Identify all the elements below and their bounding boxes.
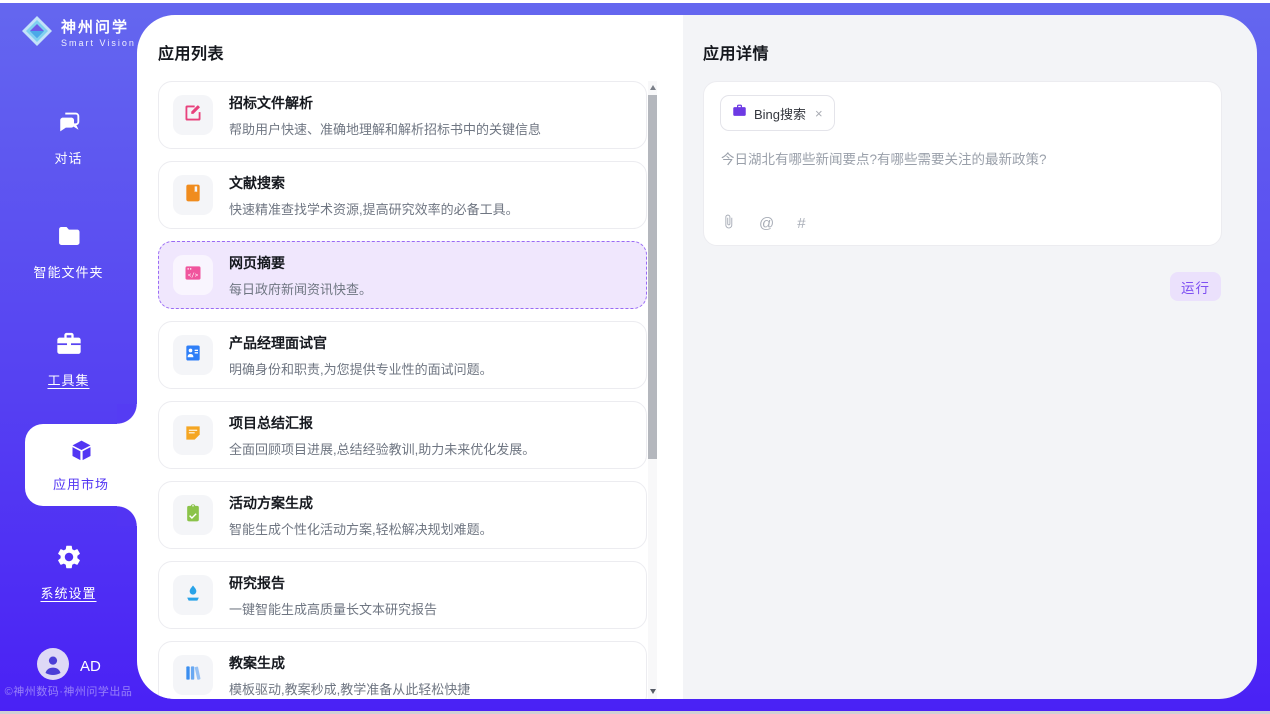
app-detail-panel: 应用详情 Bing搜索 × 今日湖北有哪些新闻要点?有哪些需要关注的最新政策? <box>683 15 1257 699</box>
toolbox-icon <box>0 330 137 363</box>
user-account[interactable]: AD <box>37 648 101 685</box>
app-list-panel: 应用列表 招标文件解析 帮助用户快速、准确地理解和解析招标书中的关键信 <box>137 15 683 699</box>
diamond-logo-icon <box>20 14 54 53</box>
app-title: 教案生成 <box>229 653 470 673</box>
scrollbar-down-arrow[interactable] <box>648 685 657 697</box>
app-title: 文献搜索 <box>229 173 519 193</box>
app-icon-box <box>173 495 213 535</box>
app-icon-box <box>173 655 213 695</box>
app-list-item-event-plan[interactable]: 活动方案生成 智能生成个性化活动方案,轻松解决规划难题。 <box>158 481 647 549</box>
scrollbar-thumb[interactable] <box>648 95 657 459</box>
app-icon-box <box>173 415 213 455</box>
brand-name: 神州问学 <box>61 19 136 36</box>
brand-subtitle: Smart Vision <box>61 38 136 48</box>
app-icon-box <box>173 175 213 215</box>
app-title: 招标文件解析 <box>229 93 541 113</box>
sidebar-item-label: 系统设置 <box>0 583 137 602</box>
app-detail-title: 应用详情 <box>703 40 769 64</box>
tool-tag-bing-search[interactable]: Bing搜索 × <box>720 95 835 131</box>
tool-tag-label: Bing搜索 <box>754 104 806 123</box>
folder-icon <box>0 222 137 255</box>
sidebar-item-label: 对话 <box>0 148 137 167</box>
user-icon <box>37 648 69 685</box>
app-list-scrollbar[interactable] <box>648 81 657 699</box>
browser-code-icon: </> <box>183 263 203 288</box>
app-desc: 明确身份和职责,为您提供专业性的面试问题。 <box>229 359 493 378</box>
app-title: 项目总结汇报 <box>229 413 535 433</box>
app-desc: 一键智能生成高质量长文本研究报告 <box>229 599 437 618</box>
books-icon <box>183 663 203 688</box>
app-desc: 快速精准查找学术资源,提高研究效率的必备工具。 <box>229 199 519 218</box>
scrollbar-up-arrow[interactable] <box>648 81 657 93</box>
resume-icon <box>183 343 203 368</box>
app-text: 研究报告 一键智能生成高质量长文本研究报告 <box>229 573 437 618</box>
briefcase-icon <box>732 103 747 123</box>
app-text: 网页摘要 每日政府新闻资讯快查。 <box>229 253 372 298</box>
app-title: 产品经理面试官 <box>229 333 493 353</box>
brand-logo: 神州问学 Smart Vision <box>20 14 136 53</box>
app-title: 活动方案生成 <box>229 493 493 513</box>
composer-toolbar: @ # <box>721 214 806 232</box>
app-list-item-lesson-plan[interactable]: 教案生成 模板驱动,教案秒成,教学准备从此轻松快捷 <box>158 641 647 699</box>
chat-icon <box>0 108 137 141</box>
app-icon-box <box>173 335 213 375</box>
app-list-item-project-summary[interactable]: 项目总结汇报 全面回顾项目进展,总结经验教训,助力未来优化发展。 <box>158 401 647 469</box>
brand-text: 神州问学 Smart Vision <box>61 19 136 48</box>
app-text: 项目总结汇报 全面回顾项目进展,总结经验教训,助力未来优化发展。 <box>229 413 535 458</box>
app-text: 教案生成 模板驱动,教案秒成,教学准备从此轻松快捷 <box>229 653 470 698</box>
sidebar-item-smart-folder[interactable]: 智能文件夹 <box>0 222 137 281</box>
app-desc: 模板驱动,教案秒成,教学准备从此轻松快捷 <box>229 679 470 698</box>
sidebar-item-chat[interactable]: 对话 <box>0 108 137 167</box>
sidebar-item-label: 智能文件夹 <box>0 262 137 281</box>
app-text: 招标文件解析 帮助用户快速、准确地理解和解析招标书中的关键信息 <box>229 93 541 138</box>
app-window: 神州问学 Smart Vision 对话 智能文件夹 <box>0 0 1270 714</box>
query-input[interactable]: 今日湖北有哪些新闻要点?有哪些需要关注的最新政策? <box>721 150 1205 170</box>
app-icon-box <box>173 575 213 615</box>
main-container: 应用列表 招标文件解析 帮助用户快速、准确地理解和解析招标书中的关键信 <box>137 15 1257 699</box>
app-list: 招标文件解析 帮助用户快速、准确地理解和解析招标书中的关键信息 文献搜索 <box>158 81 647 699</box>
pen-square-icon <box>183 103 203 128</box>
app-list-item-literature-search[interactable]: 文献搜索 快速精准查找学术资源,提高研究效率的必备工具。 <box>158 161 647 229</box>
note-icon <box>183 423 203 448</box>
close-icon[interactable]: × <box>815 106 823 121</box>
app-title: 研究报告 <box>229 573 437 593</box>
app-text: 产品经理面试官 明确身份和职责,为您提供专业性的面试问题。 <box>229 333 493 378</box>
app-desc: 每日政府新闻资讯快查。 <box>229 279 372 298</box>
app-icon-box: </> <box>173 255 213 295</box>
sidebar-item-toolset[interactable]: 工具集 <box>0 330 137 389</box>
app-list-item-research-report[interactable]: 研究报告 一键智能生成高质量长文本研究报告 <box>158 561 647 629</box>
app-desc: 全面回顾项目进展,总结经验教训,助力未来优化发展。 <box>229 439 535 458</box>
app-list-title: 应用列表 <box>158 40 224 64</box>
paperclip-icon[interactable] <box>721 214 736 232</box>
run-button[interactable]: 运行 <box>1170 272 1221 301</box>
app-desc: 帮助用户快速、准确地理解和解析招标书中的关键信息 <box>229 119 541 138</box>
book-icon <box>183 183 203 208</box>
app-text: 文献搜索 快速精准查找学术资源,提高研究效率的必备工具。 <box>229 173 519 218</box>
sidebar-item-label: 工具集 <box>0 370 137 389</box>
app-desc: 智能生成个性化活动方案,轻松解决规划难题。 <box>229 519 493 538</box>
sidebar-item-label: 应用市场 <box>53 474 109 493</box>
sidebar: 神州问学 Smart Vision 对话 智能文件夹 <box>0 3 137 711</box>
app-icon-box <box>173 95 213 135</box>
app-list-item-pm-interviewer[interactable]: 产品经理面试官 明确身份和职责,为您提供专业性的面试问题。 <box>158 321 647 389</box>
svg-text:</>: </> <box>188 272 199 278</box>
gear-icon <box>0 543 137 576</box>
user-name: AD <box>80 658 101 675</box>
cube-icon <box>68 437 95 469</box>
sidebar-item-settings[interactable]: 系统设置 <box>0 543 137 602</box>
clipboard-check-icon <box>183 503 203 528</box>
sidebar-item-app-market[interactable]: 应用市场 <box>25 424 137 506</box>
copyright-text: ©神州数码·神州问学出品 <box>0 683 137 699</box>
hash-icon[interactable]: # <box>797 216 805 231</box>
app-list-item-bid-parsing[interactable]: 招标文件解析 帮助用户快速、准确地理解和解析招标书中的关键信息 <box>158 81 647 149</box>
at-icon[interactable]: @ <box>759 216 774 231</box>
app-title: 网页摘要 <box>229 253 372 273</box>
app-list-item-web-summary[interactable]: </> 网页摘要 每日政府新闻资讯快查。 <box>158 241 647 309</box>
prompt-card: Bing搜索 × 今日湖北有哪些新闻要点?有哪些需要关注的最新政策? @ # <box>703 81 1222 246</box>
ink-pen-icon <box>183 583 203 608</box>
app-text: 活动方案生成 智能生成个性化活动方案,轻松解决规划难题。 <box>229 493 493 538</box>
